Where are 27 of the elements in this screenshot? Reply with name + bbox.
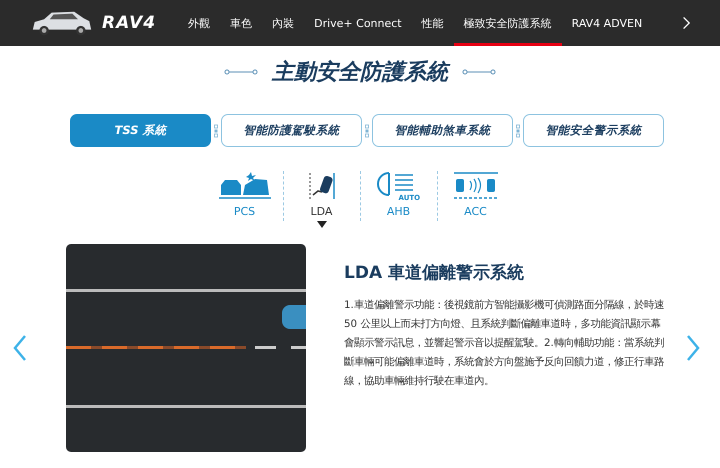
- nav-link[interactable]: 內裝: [262, 0, 304, 46]
- category-tab[interactable]: 智能防護駕駛系統: [221, 114, 362, 147]
- caret-down-icon: [316, 221, 326, 228]
- nav-link[interactable]: 極致安全防護系統: [454, 0, 562, 46]
- feature-label[interactable]: AHB: [386, 205, 410, 218]
- dots-icon: [365, 124, 369, 138]
- nav-link[interactable]: 車色: [220, 0, 262, 46]
- feature-label[interactable]: ACC: [464, 205, 487, 218]
- collision-warning-icon[interactable]: [218, 171, 270, 201]
- feature-title: LDA 車道偏離警示系統: [344, 262, 526, 284]
- feature-label[interactable]: PCS: [234, 205, 256, 218]
- category-tab[interactable]: 智能安全警示系統: [523, 114, 664, 147]
- nav-link[interactable]: 外觀: [178, 0, 220, 46]
- nav-link[interactable]: RAV4 ADVEN: [562, 0, 652, 46]
- line-ornament-icon: [462, 68, 496, 76]
- category-tab[interactable]: TSS 系統: [70, 114, 211, 147]
- nav-link[interactable]: 性能: [412, 0, 454, 46]
- category-tab[interactable]: 智能輔助煞車系統: [372, 114, 513, 147]
- brand-logo[interactable]: RAV4: [102, 13, 156, 33]
- nav-link[interactable]: Drive+ Connect: [304, 0, 412, 46]
- chevron-left-icon[interactable]: [13, 334, 27, 362]
- line-ornament-icon: [224, 68, 258, 76]
- feature-label[interactable]: LDA: [310, 205, 332, 218]
- dots-icon: [214, 124, 218, 138]
- section-title: 主動安全防護系統: [272, 57, 448, 87]
- dots-icon: [516, 124, 520, 138]
- feature-description: 1.車道偏離警示功能：後視鏡前方智能攝影機可偵測路面分隔線，於時速 50 公里以上而未打方向燈、且系統判斷偏離車道時，多功能資訊顯示幕會顯示警示訊息，並響起警示音以提醒駕駛。2.轉向輔助功能：當系統判斷車輛可能偏離車道時，系統會於方向盤施予反向回饋力道，修正行車路線，協助車輛維持行駛在車道內。: [344, 298, 665, 389]
